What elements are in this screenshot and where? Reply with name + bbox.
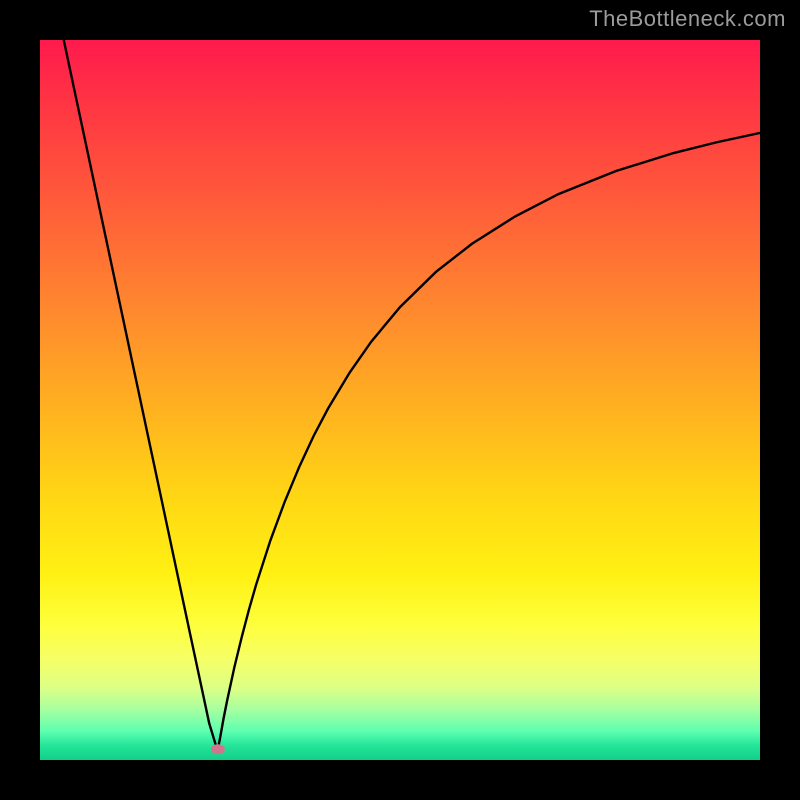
curve-svg [40,40,760,760]
watermark-text: TheBottleneck.com [589,6,786,32]
curve-left-branch [64,40,217,747]
plot-area [40,40,760,760]
chart-frame: TheBottleneck.com [0,0,800,800]
minimum-marker [211,744,225,754]
curve-right-branch [218,133,760,749]
